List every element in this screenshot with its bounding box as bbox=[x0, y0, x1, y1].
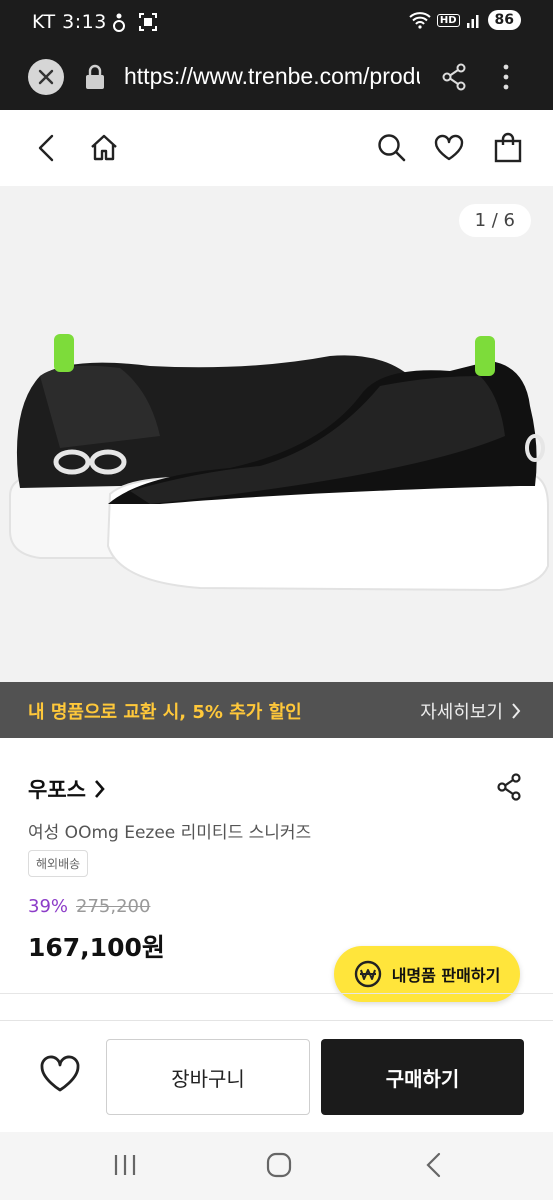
product-info-section: 우포스 여성 OOmg Eezee 리미티드 스니커즈 해외배송 39% 275… bbox=[0, 738, 553, 1018]
discount-rate: 39% bbox=[28, 896, 69, 917]
close-icon bbox=[38, 69, 54, 85]
browser-url-bar: https://www.trenbe.com/product bbox=[0, 46, 553, 110]
share-icon[interactable] bbox=[495, 772, 523, 802]
system-navigation-bar bbox=[0, 1132, 553, 1200]
more-options-icon[interactable] bbox=[496, 62, 516, 92]
status-carrier-time: KT 3:13 bbox=[32, 11, 107, 33]
url-text[interactable]: https://www.trenbe.com/product bbox=[124, 63, 420, 90]
carrier-label: KT bbox=[32, 11, 56, 33]
product-name: 여성 OOmg Eezee 리미티드 스니커즈 bbox=[28, 823, 312, 843]
add-to-cart-button[interactable]: 장바구니 bbox=[106, 1039, 310, 1115]
promo-details-label: 자세히보기 bbox=[420, 702, 503, 723]
wishlist-heart-icon[interactable] bbox=[38, 1053, 82, 1095]
section-divider bbox=[0, 993, 553, 994]
signal-icon bbox=[466, 15, 479, 28]
original-price: 275,200 bbox=[76, 896, 151, 917]
status-notification-icons bbox=[112, 12, 158, 34]
clock: 3:13 bbox=[62, 11, 107, 33]
search-icon[interactable] bbox=[376, 132, 408, 164]
buy-now-button[interactable]: 구매하기 bbox=[321, 1039, 524, 1115]
trade-in-promo-banner[interactable]: 내 명품으로 교환 시, 5% 추가 할인 자세히보기 bbox=[0, 682, 553, 738]
sell-button-label: 내명품 판매하기 bbox=[391, 966, 501, 985]
shopping-bag-icon[interactable] bbox=[492, 132, 524, 164]
status-bar: KT 3:13 HD 86 bbox=[0, 0, 553, 46]
app-header bbox=[0, 110, 553, 186]
promo-text: 내 명품으로 교환 시, 5% 추가 할인 bbox=[28, 702, 302, 723]
sale-price: 167,100원 bbox=[28, 933, 165, 962]
chevron-right-icon bbox=[94, 780, 105, 798]
heart-icon[interactable] bbox=[433, 132, 465, 164]
brand-link[interactable]: 우포스 bbox=[28, 774, 106, 804]
accessibility-icon bbox=[113, 13, 125, 32]
close-tab-button[interactable] bbox=[28, 59, 64, 95]
brand-name: 우포스 bbox=[28, 778, 86, 802]
battery-indicator: 86 bbox=[487, 10, 521, 30]
chevron-right-icon bbox=[512, 703, 521, 719]
back-button-icon[interactable] bbox=[424, 1152, 444, 1178]
share-icon[interactable] bbox=[440, 62, 468, 92]
shipping-tag: 해외배송 bbox=[28, 850, 89, 877]
product-shoe-image bbox=[9, 334, 549, 592]
price-discount-row: 39% 275,200 bbox=[28, 896, 150, 917]
home-icon[interactable] bbox=[88, 132, 120, 164]
lock-icon bbox=[86, 64, 104, 89]
promo-details-link[interactable]: 자세히보기 bbox=[420, 698, 521, 724]
network-hd-badge: HD bbox=[436, 13, 460, 27]
back-icon[interactable] bbox=[34, 132, 58, 164]
status-system-icons: HD 86 bbox=[409, 10, 521, 30]
screenshot-icon bbox=[139, 13, 157, 31]
product-image-gallery[interactable]: 1 / 6 bbox=[0, 186, 553, 682]
home-button-icon[interactable] bbox=[266, 1152, 292, 1178]
won-coin-icon bbox=[354, 960, 381, 988]
purchase-action-bar: 장바구니 구매하기 bbox=[0, 1020, 553, 1132]
wifi-icon bbox=[409, 12, 431, 29]
recent-apps-icon[interactable] bbox=[112, 1152, 138, 1178]
